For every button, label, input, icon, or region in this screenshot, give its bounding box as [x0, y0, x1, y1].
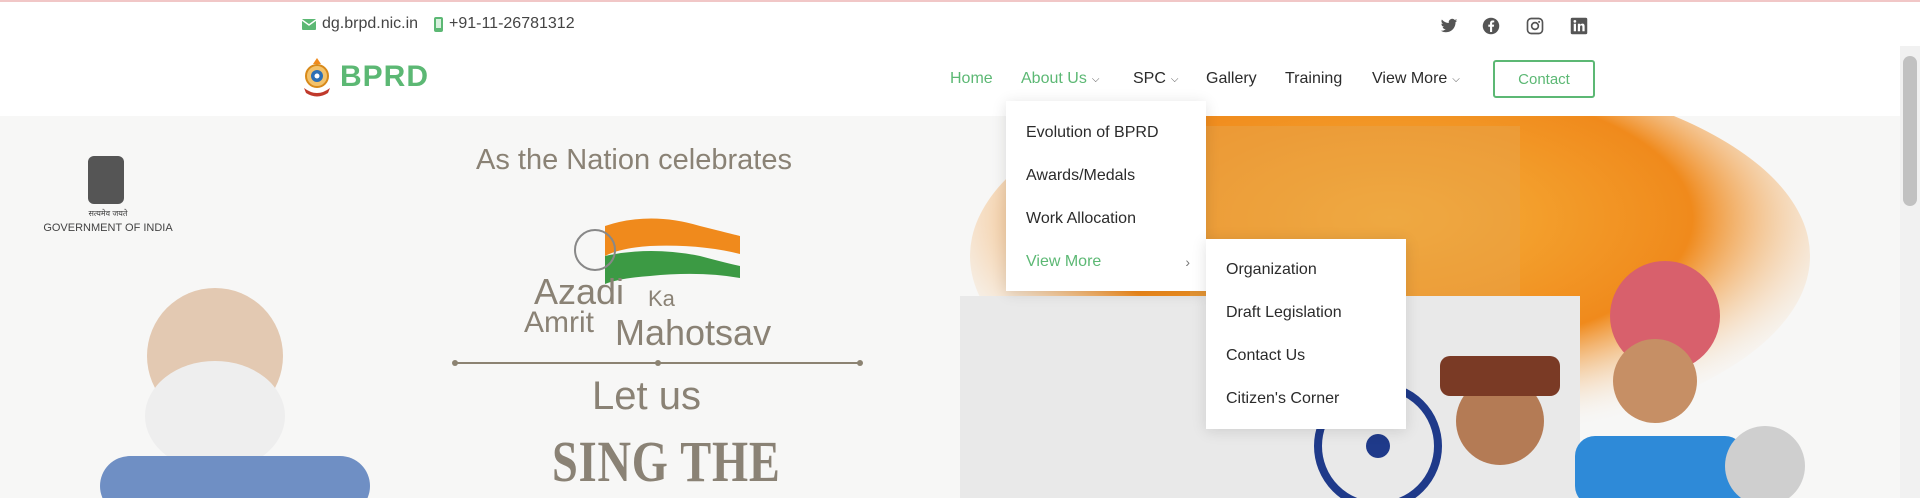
chevron-down-icon: ⌵ — [1170, 73, 1179, 85]
page-scrollbar[interactable] — [1900, 46, 1920, 498]
logo-ka: Ka — [648, 286, 675, 311]
facebook-icon[interactable] — [1482, 17, 1500, 35]
menu-item-label: Work Allocation — [1026, 209, 1136, 227]
phone-link[interactable]: +91-11-26781312 — [434, 15, 575, 33]
submenu-item-label: Organization — [1226, 260, 1317, 278]
email-text: dg.brpd.nic.in — [322, 15, 419, 32]
twitter-icon[interactable] — [1440, 17, 1458, 35]
chevron-down-icon: ⌵ — [1452, 73, 1460, 85]
instagram-icon[interactable] — [1526, 17, 1544, 35]
view-more-submenu: Organization Draft Legislation Contact U… — [1206, 239, 1406, 429]
nav-training[interactable]: Training — [1285, 70, 1342, 88]
chevron-right-icon: › — [1185, 253, 1190, 270]
let-us-text: Let us — [592, 374, 701, 418]
phone-text: +91-11-26781312 — [449, 15, 575, 32]
submenu-item-label: Contact Us — [1226, 346, 1306, 364]
scrollbar-thumb[interactable] — [1903, 56, 1917, 206]
menu-item-view-more[interactable]: View More › — [1006, 240, 1206, 283]
submenu-item-label: Draft Legislation — [1226, 303, 1342, 321]
top-bar: dg.brpd.nic.in +91-11-26781312 — [0, 4, 1900, 46]
menu-item-label: Evolution of BPRD — [1026, 123, 1159, 141]
menu-item-work-allocation[interactable]: Work Allocation — [1006, 197, 1206, 240]
nav-home[interactable]: Home — [950, 70, 993, 88]
nav-training-label: Training — [1285, 70, 1343, 87]
nav-gallery[interactable]: Gallery — [1206, 70, 1257, 88]
emblem-caption: GOVERNMENT OF INDIA — [43, 222, 173, 234]
email-link[interactable]: dg.brpd.nic.in — [302, 15, 418, 33]
emblem-motto: सत्यमेव जयते — [88, 209, 128, 218]
menu-item-awards[interactable]: Awards/Medals — [1006, 154, 1206, 197]
linkedin-icon[interactable] — [1570, 17, 1588, 35]
main-header: BPRD Home About Us ⌵ SPC ⌵ Gallery Train… — [0, 46, 1900, 116]
nav-home-label: Home — [950, 70, 993, 87]
submenu-item-label: Citizen's Corner — [1226, 389, 1340, 407]
logo-mahotsav: Mahotsav — [615, 312, 772, 353]
nav-about-us-label: About Us — [1021, 70, 1087, 87]
about-us-dropdown: Evolution of BPRD Awards/Medals Work All… — [1006, 101, 1206, 291]
nav-gallery-label: Gallery — [1206, 70, 1257, 87]
chevron-down-icon: ⌵ — [1091, 73, 1100, 85]
nav-view-more[interactable]: View More ⌵ — [1372, 70, 1460, 88]
submenu-item-draft-legislation[interactable]: Draft Legislation — [1206, 291, 1406, 334]
hero-banner: GOVERNMENT OF INDIA सत्यमेव जयते As the … — [0, 116, 1900, 498]
mail-icon — [302, 18, 316, 30]
phone-icon — [434, 16, 443, 32]
nav-view-more-label: View More — [1372, 70, 1448, 87]
hero-headline: As the Nation celebrates — [476, 144, 792, 176]
logo-text: BPRD — [340, 60, 430, 93]
site-logo[interactable]: BPRD — [300, 56, 429, 98]
contact-button[interactable]: Contact — [1493, 60, 1595, 98]
hero-background-art — [88, 116, 1810, 498]
sing-the-text: SING THE — [552, 429, 781, 494]
nav-about-us[interactable]: About Us ⌵ — [1021, 70, 1099, 88]
logo-line2: Amrit — [524, 306, 594, 339]
menu-item-label: Awards/Medals — [1026, 166, 1136, 184]
menu-item-label: View More — [1026, 252, 1102, 270]
submenu-item-citizens-corner[interactable]: Citizen's Corner — [1206, 377, 1406, 420]
submenu-item-contact-us[interactable]: Contact Us — [1206, 334, 1406, 377]
menu-item-evolution[interactable]: Evolution of BPRD — [1006, 111, 1206, 154]
nav-spc[interactable]: SPC ⌵ — [1133, 70, 1179, 88]
bprd-emblem-icon — [304, 58, 330, 97]
submenu-item-organization[interactable]: Organization — [1206, 248, 1406, 291]
nav-spc-label: SPC — [1133, 70, 1166, 87]
